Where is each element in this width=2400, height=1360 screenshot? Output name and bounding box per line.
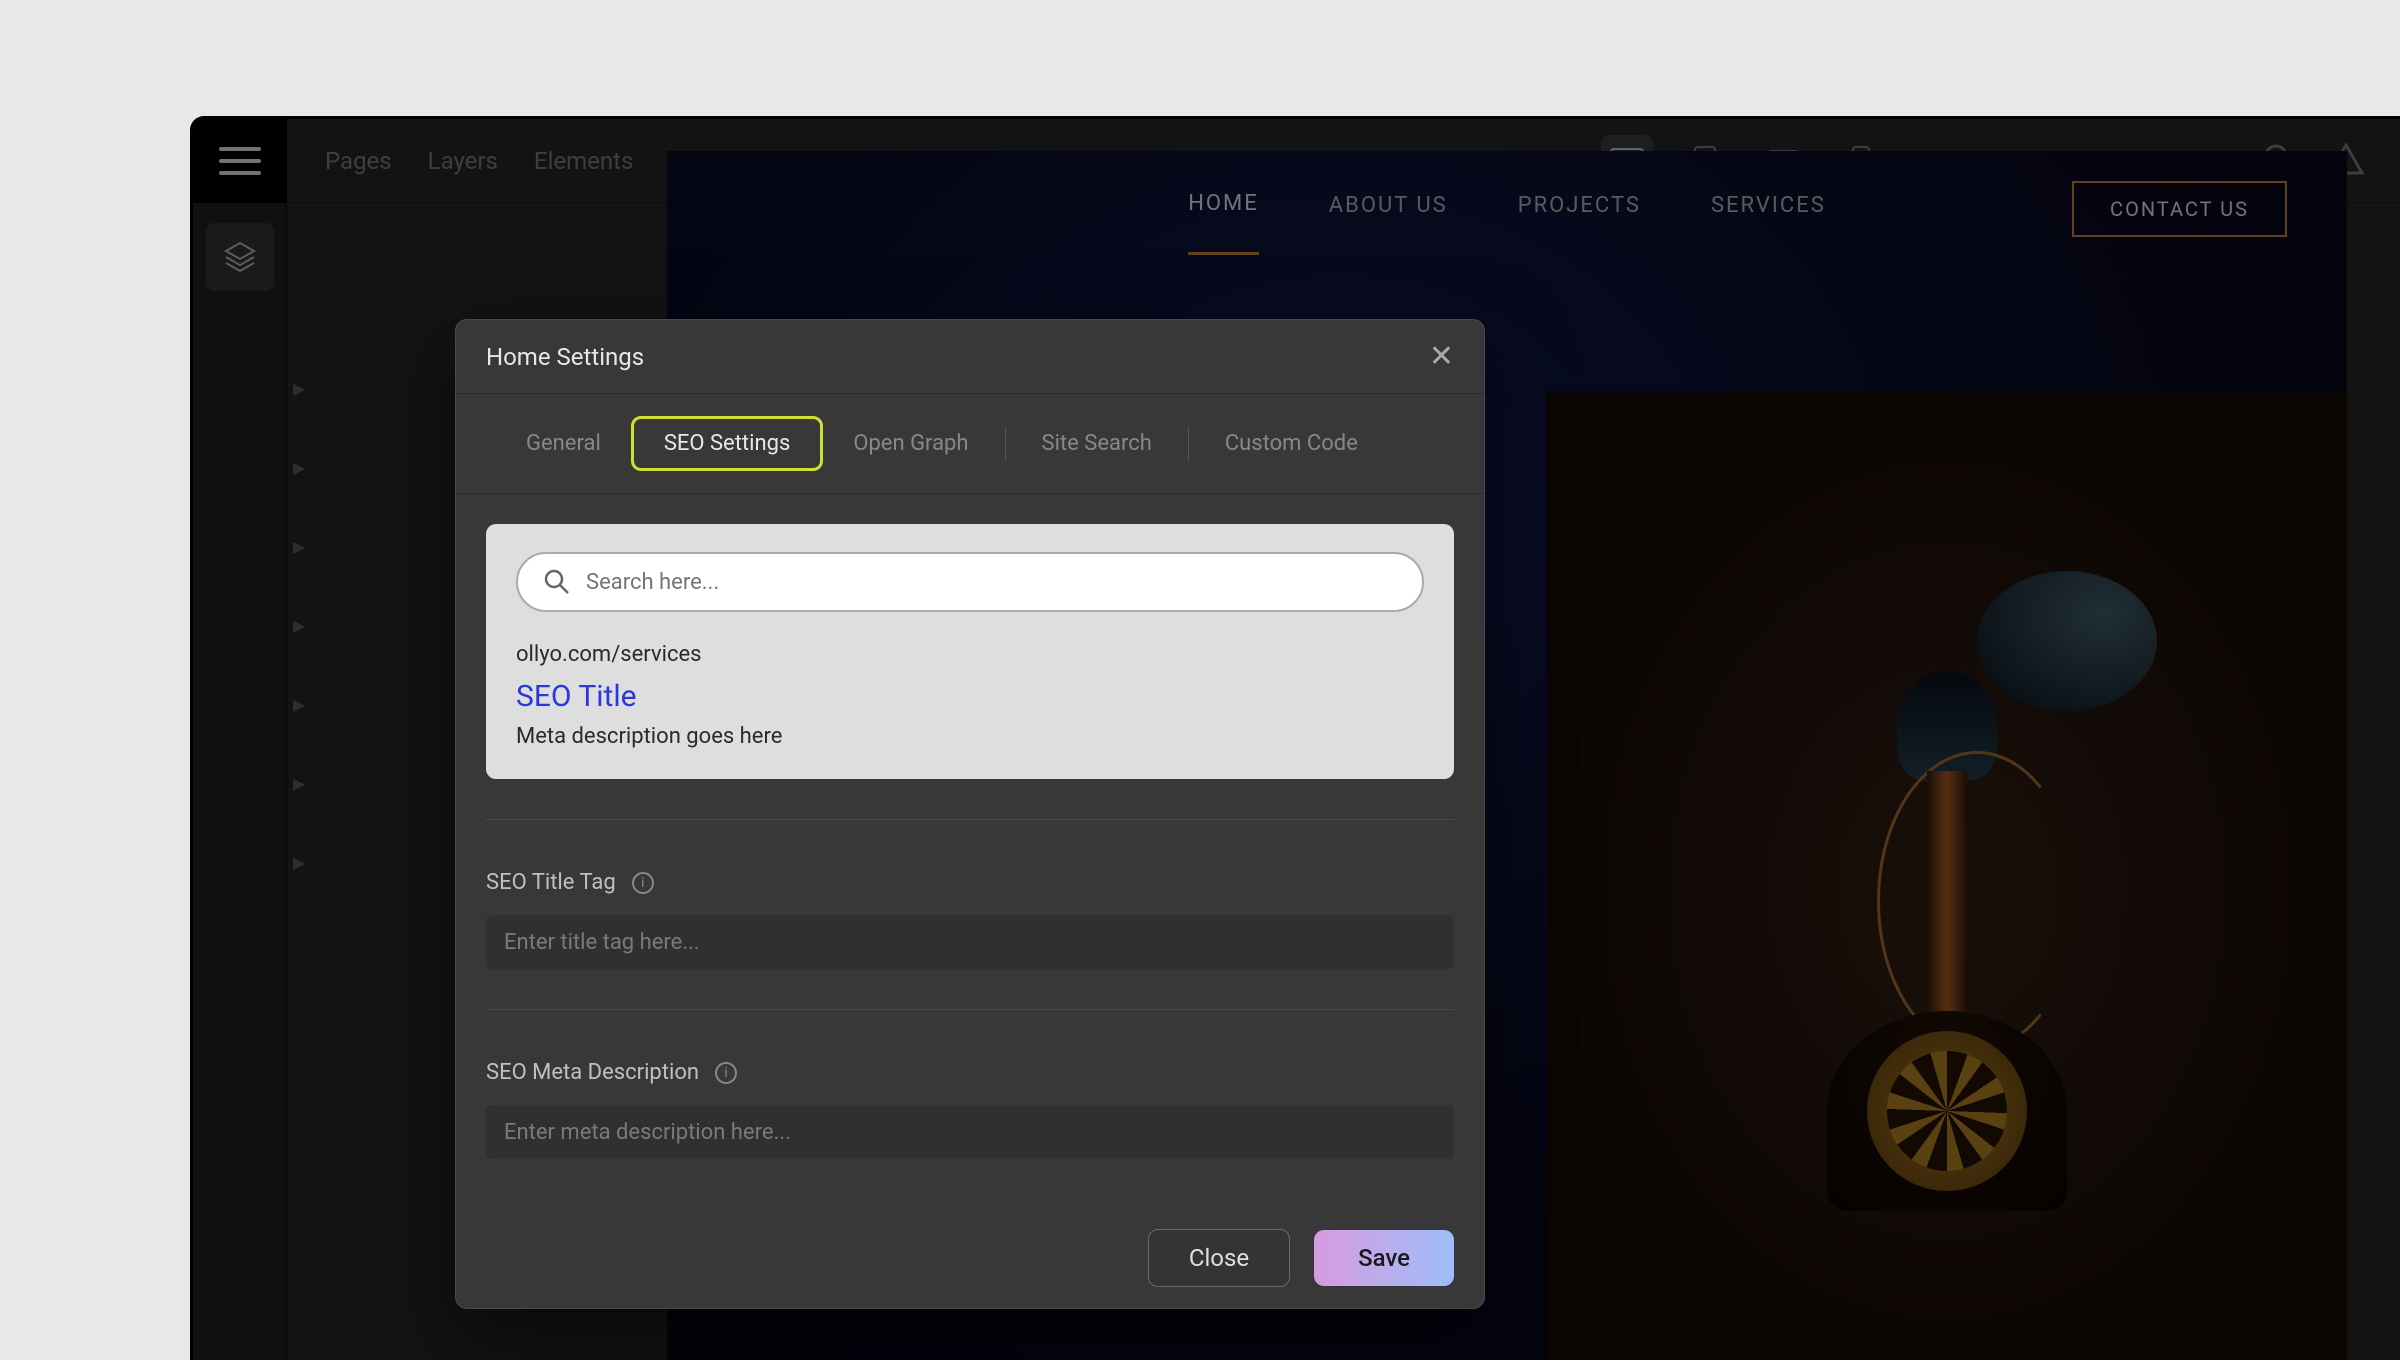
divider: [1005, 427, 1006, 461]
seo-title-input[interactable]: [486, 915, 1454, 969]
preview-url: ollyo.com/services: [516, 642, 1424, 667]
search-mock: [516, 552, 1424, 612]
search-mock-input[interactable]: [586, 570, 1396, 595]
divider: [1188, 427, 1189, 461]
modal-footer: Close Save: [456, 1208, 1484, 1308]
search-icon: [544, 569, 570, 595]
tab-seo-settings[interactable]: SEO Settings: [631, 416, 824, 471]
modal-title: Home Settings: [486, 343, 644, 371]
tab-custom-code[interactable]: Custom Code: [1195, 419, 1388, 468]
modal-tabs: General SEO Settings Open Graph Site Sea…: [456, 394, 1484, 494]
seo-meta-input[interactable]: [486, 1105, 1454, 1159]
info-icon[interactable]: i: [632, 872, 654, 894]
settings-modal: Home Settings ✕ General SEO Settings Ope…: [455, 319, 1485, 1309]
close-icon[interactable]: ✕: [1429, 339, 1454, 374]
preview-description: Meta description goes here: [516, 724, 1424, 749]
modal-header: Home Settings ✕: [456, 320, 1484, 394]
preview-title: SEO Title: [516, 679, 1424, 714]
modal-body: ollyo.com/services SEO Title Meta descri…: [456, 494, 1484, 1208]
seo-title-label: SEO Title Tag i: [486, 870, 1454, 895]
info-icon[interactable]: i: [715, 1062, 737, 1084]
search-preview-card: ollyo.com/services SEO Title Meta descri…: [486, 524, 1454, 779]
app-frame: Pages Layers Elements Media 1600 px: [190, 116, 2400, 1360]
close-button[interactable]: Close: [1148, 1229, 1290, 1287]
seo-meta-label: SEO Meta Description i: [486, 1060, 1454, 1085]
tab-site-search[interactable]: Site Search: [1012, 419, 1182, 468]
save-button[interactable]: Save: [1314, 1230, 1454, 1286]
tab-open-graph[interactable]: Open Graph: [823, 419, 998, 468]
tab-general[interactable]: General: [496, 419, 631, 468]
